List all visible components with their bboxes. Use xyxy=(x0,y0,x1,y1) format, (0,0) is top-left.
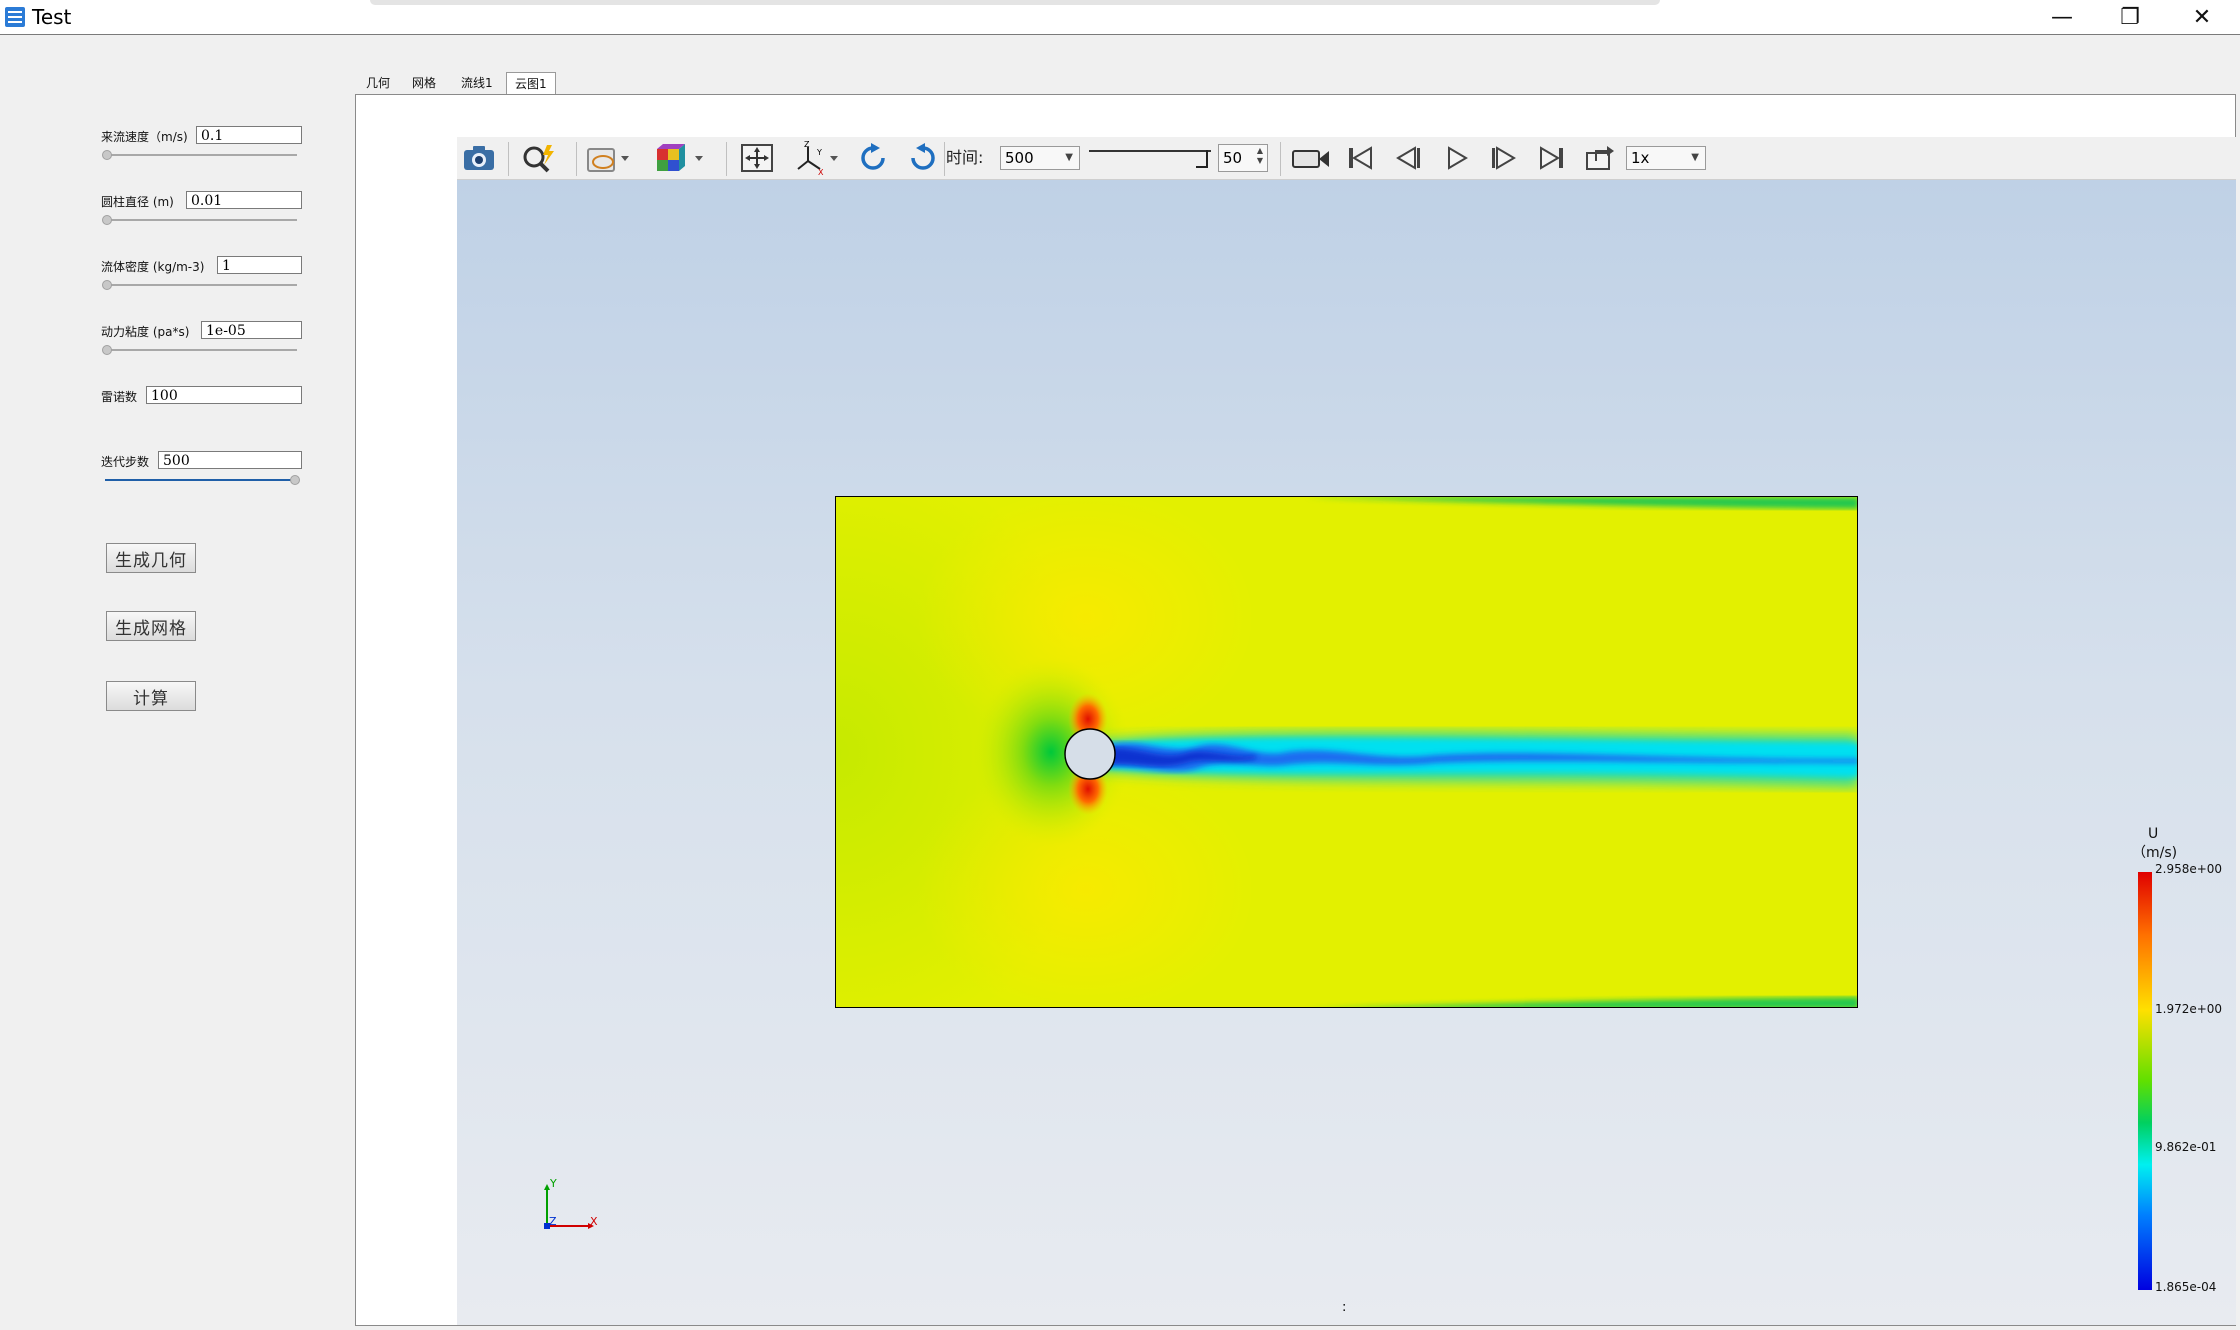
cylinder-diameter-slider-thumb[interactable] xyxy=(102,215,112,225)
svg-text:X: X xyxy=(818,168,824,175)
legend-title: U xyxy=(2148,826,2159,842)
zoom-select-icon[interactable] xyxy=(518,142,560,174)
last-frame-icon[interactable] xyxy=(1530,142,1574,174)
inflow-velocity-slider-thumb[interactable] xyxy=(102,150,112,160)
screenshot-camera-icon[interactable] xyxy=(458,142,500,174)
spin-arrows-icon[interactable]: ▲ ▼ xyxy=(1257,146,1263,166)
inflow-velocity-input[interactable]: 0.1 xyxy=(196,126,302,144)
fluid-density-input[interactable]: 1 xyxy=(217,256,302,274)
rotate-counterclockwise-icon[interactable] xyxy=(902,142,944,174)
export-icon[interactable] xyxy=(1578,142,1622,174)
legend-tick-3: 9.862e-01 xyxy=(2155,1140,2217,1154)
cylinder-diameter-label: 圆柱直径 (m) xyxy=(101,195,174,209)
toolbar-separator xyxy=(1280,142,1281,176)
contour-field-svg xyxy=(836,497,1857,1007)
time-select-value: 500 xyxy=(1005,149,1034,167)
chevron-down-icon: ▼ xyxy=(1691,152,1699,163)
dynamic-viscosity-label: 动力粘度 (pa*s) xyxy=(101,325,190,339)
record-video-icon[interactable] xyxy=(1288,142,1334,174)
inflow-velocity-slider[interactable] xyxy=(105,154,297,156)
cylinder-diameter-slider[interactable] xyxy=(105,219,297,221)
time-label: 时间: xyxy=(946,148,984,167)
dynamic-viscosity-slider[interactable] xyxy=(105,349,297,351)
title-bar xyxy=(0,0,2240,35)
frame-spinbox[interactable]: 50 ▲ ▼ xyxy=(1218,144,1268,172)
frame-slider-handle[interactable] xyxy=(1196,150,1208,168)
toolbar-separator xyxy=(726,142,727,176)
toolbar-separator xyxy=(508,142,509,176)
play-icon[interactable] xyxy=(1434,142,1478,174)
parameter-panel: 来流速度（m/s) 0.1 圆柱直径 (m) 0.01 流体密度 (kg/m-3… xyxy=(0,35,354,1328)
app-icon xyxy=(4,6,26,28)
velocity-contour-plot[interactable] xyxy=(835,496,1858,1008)
legend-tick-max: 2.958e+00 xyxy=(2155,862,2223,876)
toolbar-separator xyxy=(944,142,945,176)
iteration-steps-slider-thumb[interactable] xyxy=(290,475,300,485)
generate-geometry-button[interactable]: 生成几何 xyxy=(106,543,196,573)
previous-frame-icon[interactable] xyxy=(1386,142,1430,174)
fluid-density-label: 流体密度 (kg/m-3) xyxy=(101,260,205,274)
surface-display-icon[interactable] xyxy=(584,142,632,174)
first-frame-icon[interactable] xyxy=(1338,142,1382,174)
tab-contour[interactable]: 云图1 xyxy=(506,72,556,95)
generate-mesh-button[interactable]: 生成网格 xyxy=(106,611,196,641)
axes-orientation-icon[interactable]: ZY X xyxy=(790,141,846,175)
next-frame-icon[interactable] xyxy=(1482,142,1526,174)
legend-unit: （m/s) xyxy=(2132,845,2178,861)
color-map-cube-icon[interactable] xyxy=(652,142,710,174)
reynolds-number-label: 雷诺数 xyxy=(101,390,138,404)
svg-text:Z: Z xyxy=(804,141,810,149)
svg-text:Y: Y xyxy=(816,148,822,157)
tab-mesh[interactable]: 网格 xyxy=(404,72,444,94)
fit-view-icon[interactable] xyxy=(736,142,778,174)
iteration-steps-label: 迭代步数 xyxy=(101,455,150,469)
reynolds-number-input[interactable]: 100 xyxy=(146,386,302,404)
iteration-steps-input[interactable]: 500 xyxy=(158,451,302,469)
fluid-density-slider-thumb[interactable] xyxy=(102,280,112,290)
minimize-button[interactable]: — xyxy=(2028,0,2096,34)
restore-button[interactable]: ❐ xyxy=(2096,0,2164,34)
cylinder-diameter-input[interactable]: 0.01 xyxy=(186,191,302,209)
frame-spinbox-value: 50 xyxy=(1223,149,1243,167)
playback-speed-select[interactable]: 1x ▼ xyxy=(1626,146,1706,170)
frame-slider[interactable] xyxy=(1089,150,1211,152)
playback-speed-value: 1x xyxy=(1631,149,1650,167)
rotate-clockwise-icon[interactable] xyxy=(852,142,894,174)
close-button[interactable]: ✕ xyxy=(2168,0,2236,34)
window-tab-strip xyxy=(370,0,1660,5)
chevron-down-icon: ▼ xyxy=(1065,152,1073,163)
axes-triad xyxy=(530,1176,610,1236)
iteration-steps-slider[interactable] xyxy=(105,479,297,481)
compute-button[interactable]: 计算 xyxy=(106,681,196,711)
axis-y-label: Y xyxy=(550,1177,557,1190)
fluid-density-slider[interactable] xyxy=(105,284,297,286)
tab-streamline[interactable]: 流线1 xyxy=(453,72,501,94)
legend-tick-min: 1.865e-04 xyxy=(2155,1280,2217,1294)
status-indicator: : xyxy=(1342,1300,1347,1315)
axis-z-label: Z xyxy=(549,1215,557,1228)
time-select[interactable]: 500 ▼ xyxy=(1000,146,1080,170)
window-title: Test xyxy=(32,5,72,29)
inflow-velocity-label: 来流速度（m/s) xyxy=(101,130,188,144)
dynamic-viscosity-slider-thumb[interactable] xyxy=(102,345,112,355)
tab-geometry[interactable]: 几何 xyxy=(358,72,398,94)
cylinder-obstacle xyxy=(1064,728,1116,780)
dynamic-viscosity-input[interactable]: 1e-05 xyxy=(201,321,302,339)
legend-tick-2: 1.972e+00 xyxy=(2155,1002,2223,1016)
toolbar-separator xyxy=(576,142,577,176)
axis-x-label: X xyxy=(590,1215,598,1228)
color-legend-bar xyxy=(2138,872,2152,1290)
